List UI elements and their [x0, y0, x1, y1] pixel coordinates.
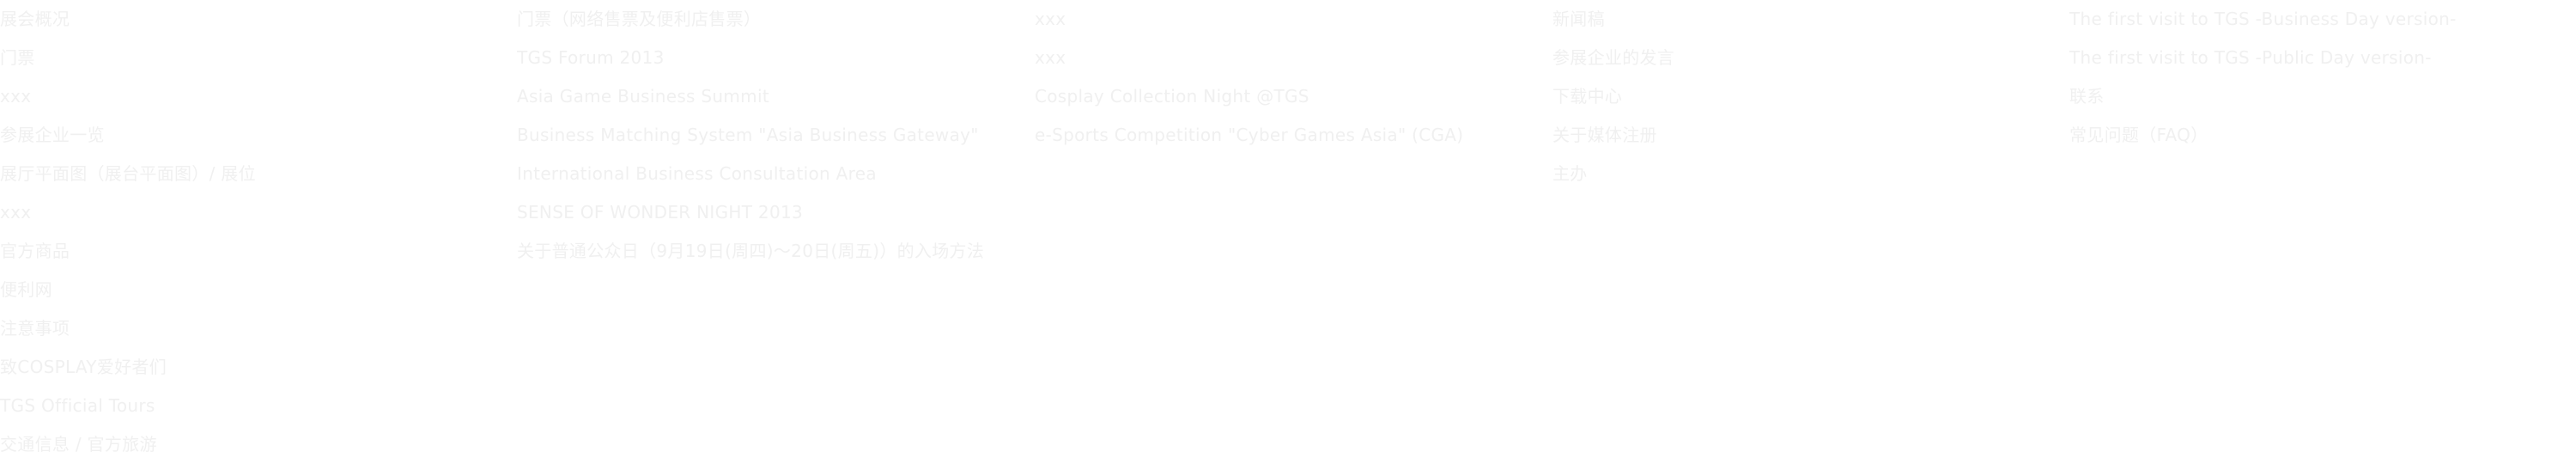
- sitemap-link[interactable]: Asia Game Business Summit: [517, 86, 769, 107]
- list-item: 下载中心: [1552, 77, 2059, 116]
- sitemap-link[interactable]: 便利网: [0, 279, 52, 300]
- list-item: 参展企业一览: [0, 116, 507, 155]
- sitemap-link[interactable]: xxx: [1035, 9, 1066, 29]
- sitemap-link[interactable]: 常见问题（FAQ）: [2069, 125, 2208, 145]
- sitemap-column-3: xxx xxx Cosplay Collection Night @TGS e-…: [1035, 0, 1541, 155]
- list-item: 官方商品: [0, 232, 507, 271]
- list-item: 主办: [1552, 155, 2059, 193]
- list-item: 关于媒体注册: [1552, 116, 2059, 155]
- list-item: TGS Official Tours: [0, 387, 507, 425]
- sitemap-link[interactable]: 交通信息 / 官方旅游: [0, 434, 157, 455]
- sitemap-link[interactable]: SENSE OF WONDER NIGHT 2013: [517, 202, 803, 223]
- list-item: 门票（网络售票及便利店售票）: [517, 0, 1024, 39]
- list-item: e-Sports Competition "Cyber Games Asia" …: [1035, 116, 1541, 155]
- list-item: 交通信息 / 官方旅游: [0, 425, 507, 464]
- sitemap-link[interactable]: TGS Official Tours: [0, 395, 155, 416]
- sitemap-link[interactable]: Business Matching System "Asia Business …: [517, 125, 979, 145]
- footer-sitemap: 展会概况 门票 xxx 参展企业一览 展厅平面图（展台平面图）/ 展位 xxx …: [0, 0, 2576, 464]
- list-item: 展会概况: [0, 0, 507, 39]
- list-item: 便利网: [0, 271, 507, 309]
- sitemap-link[interactable]: International Business Consultation Area: [517, 163, 877, 184]
- list-item: 常见问题（FAQ）: [2069, 116, 2576, 155]
- list-item: International Business Consultation Area: [517, 155, 1024, 193]
- list-item: The first visit to TGS -Public Day versi…: [2069, 39, 2576, 77]
- sitemap-link[interactable]: 参展企业一览: [0, 125, 105, 145]
- list-item: 门票: [0, 39, 507, 77]
- list-item: xxx: [1035, 39, 1541, 77]
- sitemap-link[interactable]: 新闻稿: [1552, 9, 1605, 29]
- list-item: 参展企业的发言: [1552, 39, 2059, 77]
- list-item: xxx: [0, 193, 507, 232]
- sitemap-link[interactable]: 参展企业的发言: [1552, 47, 1674, 68]
- list-item: 新闻稿: [1552, 0, 2059, 39]
- sitemap-link[interactable]: Cosplay Collection Night @TGS: [1035, 86, 1309, 107]
- sitemap-link[interactable]: TGS Forum 2013: [517, 47, 665, 68]
- sitemap-column-4: 新闻稿 参展企业的发言 下载中心 关于媒体注册 主办: [1552, 0, 2059, 193]
- list-item: 关于普通公众日（9月19日(周四)～20日(周五)）的入场方法: [517, 232, 1024, 271]
- sitemap-link[interactable]: 致COSPLAY爱好者们: [0, 357, 167, 377]
- list-item: SENSE OF WONDER NIGHT 2013: [517, 193, 1024, 232]
- sitemap-column-5: The first visit to TGS -Business Day ver…: [2069, 0, 2576, 155]
- list-item: 联系: [2069, 77, 2576, 116]
- list-item: xxx: [1035, 0, 1541, 39]
- sitemap-link[interactable]: 关于媒体注册: [1552, 125, 1657, 145]
- sitemap-column-1: 展会概况 门票 xxx 参展企业一览 展厅平面图（展台平面图）/ 展位 xxx …: [0, 0, 507, 464]
- sitemap-link[interactable]: 展厅平面图（展台平面图）/ 展位: [0, 163, 256, 184]
- sitemap-link[interactable]: xxx: [1035, 47, 1066, 68]
- list-item: Cosplay Collection Night @TGS: [1035, 77, 1541, 116]
- sitemap-link[interactable]: xxx: [0, 86, 31, 107]
- sitemap-link[interactable]: 官方商品: [0, 241, 70, 261]
- sitemap-link[interactable]: 联系: [2069, 86, 2105, 107]
- sitemap-link[interactable]: 主办: [1552, 163, 1588, 184]
- sitemap-link[interactable]: e-Sports Competition "Cyber Games Asia" …: [1035, 125, 1463, 145]
- list-item: TGS Forum 2013: [517, 39, 1024, 77]
- list-item: 注意事项: [0, 309, 507, 348]
- list-item: The first visit to TGS -Business Day ver…: [2069, 0, 2576, 39]
- sitemap-link[interactable]: 注意事项: [0, 318, 70, 339]
- list-item: 致COSPLAY爱好者们: [0, 348, 507, 387]
- list-item: Business Matching System "Asia Business …: [517, 116, 1024, 155]
- sitemap-column-2: 门票（网络售票及便利店售票） TGS Forum 2013 Asia Game …: [517, 0, 1024, 271]
- list-item: Asia Game Business Summit: [517, 77, 1024, 116]
- sitemap-link[interactable]: 展会概况: [0, 9, 70, 29]
- sitemap-link[interactable]: 门票: [0, 47, 35, 68]
- sitemap-link[interactable]: 关于普通公众日（9月19日(周四)～20日(周五)）的入场方法: [517, 241, 984, 261]
- list-item: xxx: [0, 77, 507, 116]
- sitemap-link[interactable]: The first visit to TGS -Public Day versi…: [2069, 47, 2432, 68]
- sitemap-link[interactable]: xxx: [0, 202, 31, 223]
- sitemap-link[interactable]: The first visit to TGS -Business Day ver…: [2069, 9, 2457, 29]
- list-item: 展厅平面图（展台平面图）/ 展位: [0, 155, 507, 193]
- sitemap-link[interactable]: 下载中心: [1552, 86, 1622, 107]
- sitemap-link[interactable]: 门票（网络售票及便利店售票）: [517, 9, 761, 29]
